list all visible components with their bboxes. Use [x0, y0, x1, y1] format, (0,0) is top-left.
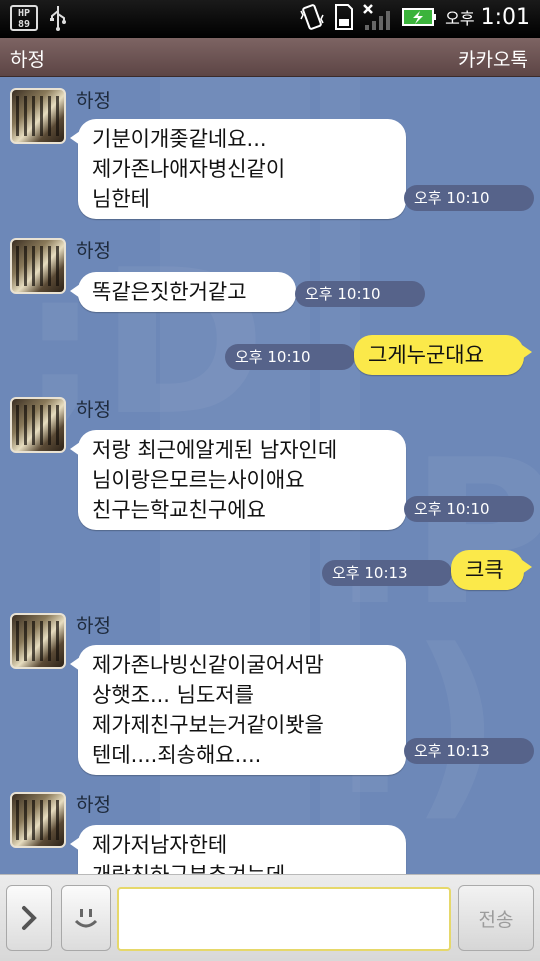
app-name: 카카오톡 [458, 49, 528, 71]
message-bubble[interactable]: 기분이개좆같네요... 제가존나애자병신같이 님한테 [70, 119, 406, 219]
message-bubble[interactable]: 저랑 최근에알게된 남자인데 님이랑은모르는사이애요 친구는학교친구에요 [70, 430, 406, 530]
message-line: 똑같은짓한거같고 [92, 280, 247, 304]
usb-icon [50, 6, 66, 31]
message-bubble[interactable]: 제가저남자한테 개랑친하구부추겨는데 [70, 825, 406, 874]
title-bar: 하정 카카오톡 [0, 38, 540, 77]
smiley-icon [74, 909, 98, 928]
status-bar: HP 89 오후 1:01 [0, 0, 540, 38]
message-line: 개랑친하구부추겨는데 [92, 860, 392, 874]
signal-icon [363, 4, 391, 30]
sender-name: 하정 [76, 90, 111, 112]
message-input[interactable] [117, 887, 451, 951]
chat-area[interactable]: ;D :P :) 하정 기분이개좆같네요... 제가존나애자병신같이 님한테 오… [0, 77, 540, 874]
send-button[interactable]: 전송 [458, 885, 534, 951]
clock-time: 1:01 [480, 4, 530, 30]
message-line: 제가저남자한테 [92, 833, 228, 857]
message-bubble[interactable]: 똑같은짓한거같고 [70, 272, 296, 312]
chat-contact-name: 하정 [10, 49, 45, 71]
avatar[interactable] [10, 792, 66, 848]
avatar[interactable] [10, 397, 66, 453]
message-line: 기분이개좆같네요... [92, 127, 267, 151]
sender-name: 하정 [76, 794, 111, 816]
message-timestamp: 오후 10:10 [404, 496, 534, 522]
expand-menu-button[interactable] [6, 885, 52, 951]
avatar[interactable] [10, 88, 66, 144]
battery-charging-icon [402, 8, 437, 26]
avatar[interactable] [10, 238, 66, 294]
message-line: 저랑 최근에알게된 남자인데 [92, 438, 338, 462]
message-line: 님한테 [92, 187, 150, 211]
message-line: 제가존나빙신같이굴어서맘 [92, 653, 324, 677]
hp-icon: HP 89 [10, 5, 38, 31]
sd-card-icon [335, 4, 354, 30]
input-bar: 전송 [0, 874, 540, 961]
message-line: 크큭 [465, 558, 504, 582]
message-timestamp: 오후 10:10 [295, 281, 425, 307]
message-line: 텐데....죄송해요.... [92, 743, 262, 767]
clock-ampm: 오후 [445, 9, 475, 28]
sender-name: 하정 [76, 240, 111, 262]
sender-name: 하정 [76, 615, 111, 637]
message-line: 제가제친구보는거같이봣을 [92, 713, 324, 737]
message-bubble[interactable]: 제가존나빙신같이굴어서맘 상햇조... 님도저를 제가제친구보는거같이봣을 텐데… [70, 645, 406, 775]
message-timestamp: 오후 10:10 [404, 185, 534, 211]
message-bubble[interactable]: 크큭 [451, 550, 532, 590]
message-timestamp: 오후 10:13 [322, 560, 452, 586]
emoticon-button[interactable] [61, 885, 111, 951]
message-line: 제가존나애자병신같이 [92, 157, 286, 181]
message-bubble[interactable]: 그게누군대요 [354, 335, 532, 375]
message-line: 그게누군대요 [368, 343, 484, 367]
sender-name: 하정 [76, 399, 111, 421]
chevron-right-icon [22, 906, 37, 930]
message-timestamp: 오후 10:13 [404, 738, 534, 764]
message-line: 친구는학교친구에요 [92, 498, 266, 522]
message-line: 님이랑은모르는사이애요 [92, 468, 305, 492]
vibrate-icon [300, 4, 324, 30]
avatar[interactable] [10, 613, 66, 669]
message-timestamp: 오후 10:10 [225, 344, 355, 370]
message-line: 상햇조... 님도저를 [92, 683, 254, 707]
